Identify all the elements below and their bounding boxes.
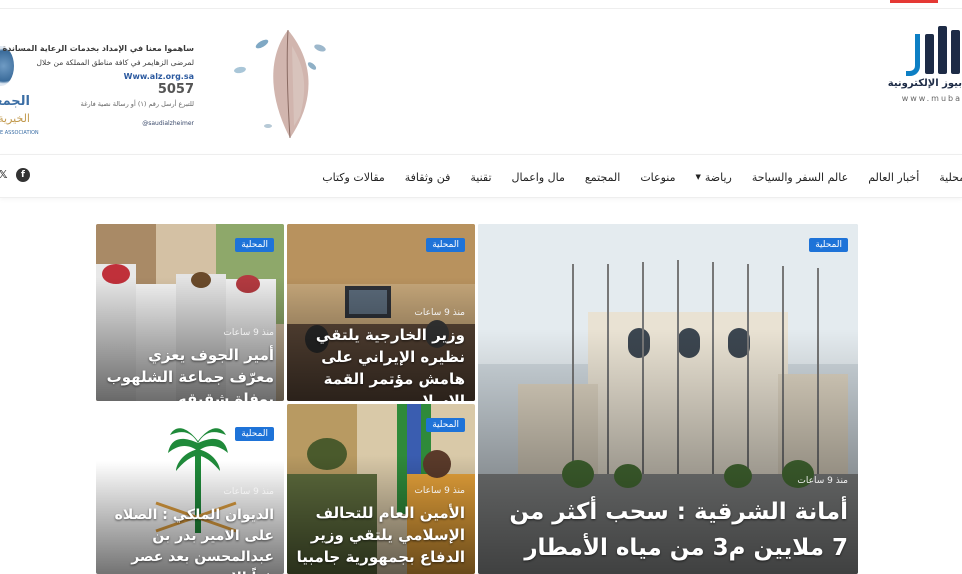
facebook-icon[interactable]: f [16,168,30,182]
nav-item-travel[interactable]: عالم السفر والسياحة [742,171,858,184]
banner-ad[interactable]: الجمعية الخيرية ا E ASSOCIATION ساهموا م… [0,22,330,142]
nav-item-local[interactable]: المحلية [929,171,962,184]
nav-item-misc[interactable]: منوعات [630,171,685,184]
logo-url: www.muba [901,94,962,103]
nav-item-tech[interactable]: تقنية [460,171,501,184]
social-links: 𝕏 f [0,168,30,182]
news-title[interactable]: وزير الخارجية يلتقي نظيره الإيراني على ه… [295,324,465,401]
main-nav: المحلية أخبار العالم عالم السفر والسياحة… [0,154,962,198]
nav-item-arts[interactable]: فن وثقافة [395,171,461,184]
top-accent-line [890,0,938,3]
twitter-icon[interactable]: 𝕏 [0,168,10,182]
nav-item-articles[interactable]: مقالات وكتاب [312,171,395,184]
post-time: منذ 9 ساعات [223,487,274,497]
logo-name: بيوز الإلكترونية [887,78,962,89]
nav-item-world-news[interactable]: أخبار العالم [858,171,929,184]
post-time: منذ 9 ساعات [414,308,465,318]
news-title[interactable]: أمانة الشرقية : سحب أكثر من 7 ملايين م3 … [486,494,848,566]
post-time: منذ 9 ساعات [797,476,848,486]
ad-sms-text: للتبرع أرسل رقم (١) أو رسالة نصية فارغة [80,100,194,108]
category-badge[interactable]: المحلية [426,238,465,252]
site-logo[interactable]: بيوز الإلكترونية www.muba [882,14,962,104]
association-name: الجمعية [0,94,30,109]
news-title[interactable]: الأمين العام للتحالف الإسلامي يلتقي وزير… [295,502,465,568]
ad-headline: ساهموا معنا في الإمداد بخدمات الرعاية ال… [2,44,194,53]
ad-sms-number: 5057 [157,82,194,97]
category-badge[interactable]: المحلية [809,238,848,252]
chevron-down-icon: ▼ [695,173,701,181]
association-name-line2: الخيرية ا [0,112,30,125]
leaf-decoration-icon [234,29,326,139]
news-card[interactable]: المحلية منذ 9 ساعات الديوان الملكي : الص… [96,413,284,574]
post-time: منذ 9 ساعات [414,486,465,496]
category-badge[interactable]: المحلية [235,238,274,252]
ad-subline: لمرضى الزهايمر في كافة مناطق المملكة من … [36,58,194,67]
category-badge[interactable]: المحلية [426,418,465,432]
news-title[interactable]: الديوان الملكي : الصلاه على الامير بدر ب… [104,505,274,574]
top-bar [0,0,962,9]
news-card[interactable]: المحلية منذ 9 ساعات أمير الجوف يعزي معرّ… [96,224,284,401]
ad-social-handle: @saudialzheimer [142,120,194,127]
nav-item-sports[interactable]: رياضة ▼ [685,171,741,184]
news-title[interactable]: أمير الجوف يعزي معرّف جماعة الشلهوب بوفا… [104,344,274,401]
category-badge[interactable]: المحلية [235,427,274,441]
association-name-en: E ASSOCIATION [0,130,39,136]
news-card[interactable]: المحلية منذ 9 ساعات وزير الخارجية يلتقي … [287,224,475,401]
ad-url: Www.alz.org.sa [123,72,194,81]
logo-mark-icon [906,16,962,76]
news-card[interactable]: المحلية منذ 9 ساعات الأمين العام للتحالف… [287,404,475,574]
featured-news-card[interactable]: المحلية منذ 9 ساعات أمانة الشرقية : سحب … [478,224,858,574]
post-time: منذ 9 ساعات [223,328,274,338]
nav-item-community[interactable]: المجتمع [575,171,630,184]
nav-item-business[interactable]: مال واعمال [502,171,575,184]
